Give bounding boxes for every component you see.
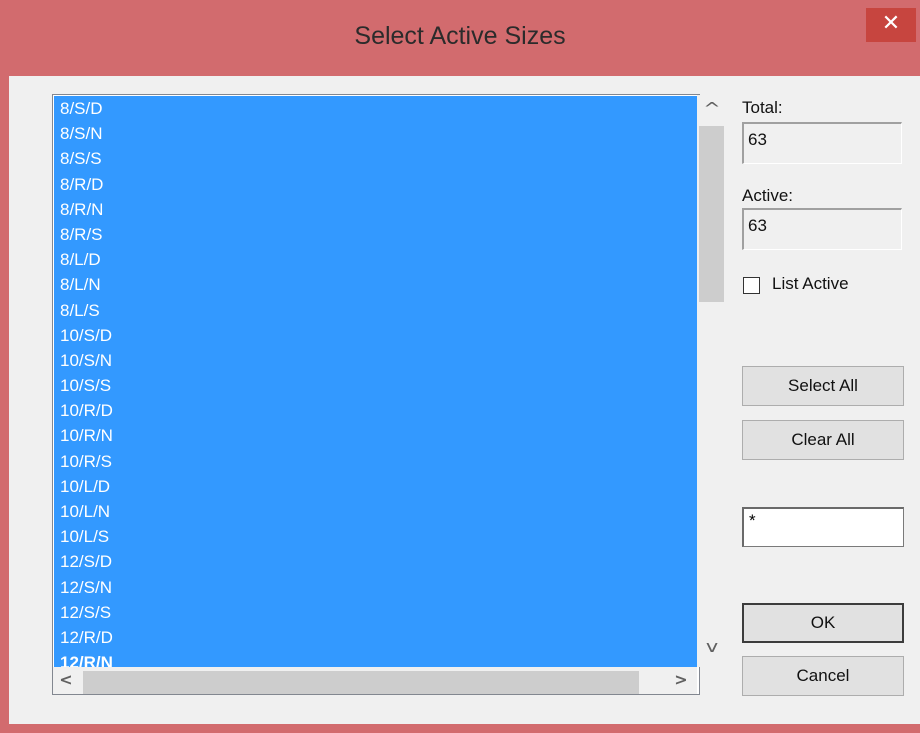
list-item[interactable]: 8/S/D <box>54 96 699 121</box>
list-active-checkbox[interactable] <box>743 277 760 294</box>
close-button[interactable]: ✕ <box>866 8 916 42</box>
active-label: Active: <box>742 186 794 205</box>
list-item[interactable]: 10/R/N <box>54 423 699 448</box>
list-item[interactable]: 8/L/N <box>54 272 699 297</box>
list-item[interactable]: 12/S/N <box>54 575 699 600</box>
list-item[interactable]: 8/R/N <box>54 197 699 222</box>
filter-input[interactable]: * <box>742 507 904 547</box>
list-item[interactable]: 10/L/N <box>54 499 699 524</box>
scroll-up-icon[interactable]: ^ <box>699 99 725 118</box>
scroll-down-icon[interactable]: v <box>699 637 725 656</box>
select-all-button[interactable]: Select All <box>742 366 904 406</box>
horizontal-scrollbar[interactable]: < > <box>53 667 697 694</box>
cancel-button[interactable]: Cancel <box>742 656 904 696</box>
title-bar[interactable]: Select Active Sizes ✕ <box>0 0 920 76</box>
dialog-window: Select Active Sizes ✕ 8/S/D 8/S/N 8/S/S 8/R… <box>0 0 920 733</box>
list-item[interactable]: 12/R/D <box>54 625 699 650</box>
scroll-left-icon[interactable]: < <box>58 670 74 689</box>
horizontal-scroll-thumb[interactable] <box>83 671 639 694</box>
total-field: 63 <box>742 122 902 164</box>
ok-button[interactable]: OK <box>742 603 904 643</box>
list-item[interactable]: 10/S/S <box>54 373 699 398</box>
vertical-scrollbar[interactable]: ^ v <box>697 95 726 667</box>
list-item[interactable]: 10/R/D <box>54 398 699 423</box>
sizes-list-items: 8/S/D 8/S/N 8/S/S 8/R/D 8/R/N 8/R/S 8/L/D 8/L/N… <box>54 96 699 667</box>
list-item[interactable]: 12/S/D <box>54 549 699 574</box>
list-item[interactable]: 10/L/S <box>54 524 699 549</box>
list-item[interactable]: 12/R/N <box>54 650 699 667</box>
list-item[interactable]: 8/R/S <box>54 222 699 247</box>
active-field: 63 <box>742 208 902 250</box>
list-item[interactable]: 12/S/S <box>54 600 699 625</box>
list-item[interactable]: 8/S/N <box>54 121 699 146</box>
list-item[interactable]: 10/R/S <box>54 449 699 474</box>
list-item[interactable]: 10/S/D <box>54 323 699 348</box>
list-item[interactable]: 8/L/S <box>54 298 699 323</box>
vertical-scroll-thumb[interactable] <box>699 126 724 302</box>
scroll-right-icon[interactable]: > <box>673 670 689 689</box>
list-item[interactable]: 8/S/S <box>54 146 699 171</box>
list-item[interactable]: 10/L/D <box>54 474 699 499</box>
sizes-listbox[interactable]: 8/S/D 8/S/N 8/S/S 8/R/D 8/R/N 8/R/S 8/L/D 8/L/N… <box>52 94 700 695</box>
close-icon: ✕ <box>881 11 901 36</box>
list-item[interactable]: 10/S/N <box>54 348 699 373</box>
list-item[interactable]: 8/R/D <box>54 172 699 197</box>
total-label: Total: <box>742 98 783 117</box>
list-active-label[interactable]: List Active <box>772 274 849 294</box>
dialog-title: Select Active Sizes <box>354 22 566 50</box>
clear-all-button[interactable]: Clear All <box>742 420 904 460</box>
list-item[interactable]: 8/L/D <box>54 247 699 272</box>
